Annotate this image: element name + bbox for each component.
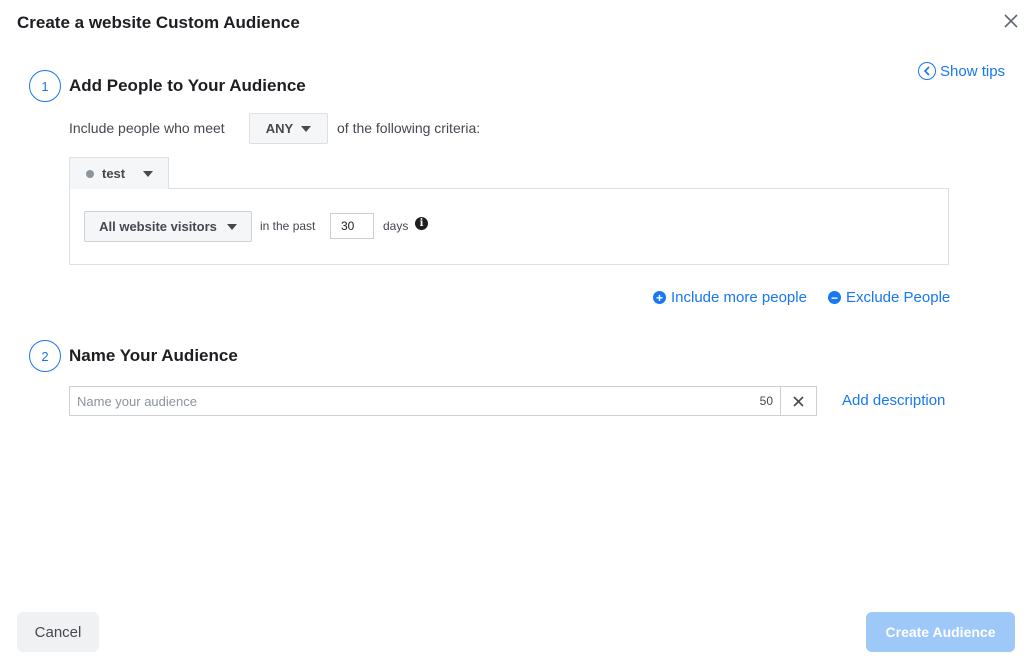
days-input[interactable] bbox=[330, 213, 374, 239]
exclude-label: Exclude People bbox=[846, 289, 951, 306]
audience-name-input[interactable] bbox=[70, 387, 760, 415]
step-2-badge: 2 bbox=[29, 340, 61, 372]
caret-down-icon bbox=[143, 170, 154, 177]
days-label: days bbox=[383, 219, 409, 233]
audience-name-field: 50 bbox=[69, 386, 781, 416]
exclude-people-link[interactable]: − Exclude People bbox=[828, 289, 950, 306]
step-2-title: Name Your Audience bbox=[69, 346, 238, 365]
caret-down-icon bbox=[301, 125, 312, 132]
plus-circle-icon: + bbox=[653, 291, 666, 304]
custom-audience-dialog: Create a website Custom Audience Show ti… bbox=[0, 0, 1032, 661]
char-count: 50 bbox=[759, 394, 773, 408]
cancel-button[interactable]: Cancel bbox=[17, 612, 99, 652]
close-icon bbox=[1004, 14, 1018, 28]
include-suffix-text: of the following criteria: bbox=[337, 120, 481, 136]
chevron-left-icon bbox=[918, 62, 936, 80]
rule-tab-label: test bbox=[102, 166, 126, 181]
add-description-label: Add description bbox=[842, 392, 946, 409]
include-more-label: Include more people bbox=[671, 289, 807, 306]
include-prefix-text: Include people who meet bbox=[69, 120, 225, 136]
show-tips-label: Show tips bbox=[940, 62, 1006, 80]
source-value: All website visitors bbox=[99, 219, 217, 234]
minus-circle-icon: − bbox=[828, 291, 841, 304]
source-dropdown[interactable]: All website visitors bbox=[84, 211, 252, 242]
add-description-link[interactable]: Add description bbox=[842, 392, 945, 409]
show-tips-link[interactable]: Show tips bbox=[918, 62, 1005, 80]
in-the-past-label: in the past bbox=[260, 219, 316, 233]
match-type-dropdown[interactable]: ANY bbox=[249, 113, 328, 144]
caret-down-icon bbox=[226, 223, 237, 230]
close-button[interactable] bbox=[1001, 11, 1021, 31]
clear-name-button[interactable] bbox=[780, 386, 817, 416]
info-icon[interactable]: i bbox=[415, 217, 428, 230]
close-icon bbox=[793, 395, 804, 407]
dialog-title: Create a website Custom Audience bbox=[17, 13, 300, 32]
include-more-people-link[interactable]: + Include more people bbox=[653, 289, 807, 306]
step-1-title: Add People to Your Audience bbox=[69, 76, 306, 95]
match-type-value: ANY bbox=[265, 121, 294, 136]
step-1-badge: 1 bbox=[29, 70, 61, 102]
create-audience-button[interactable]: Create Audience bbox=[866, 612, 1015, 652]
rule-tab-test[interactable]: test bbox=[69, 157, 169, 189]
status-dot-icon bbox=[86, 169, 94, 178]
